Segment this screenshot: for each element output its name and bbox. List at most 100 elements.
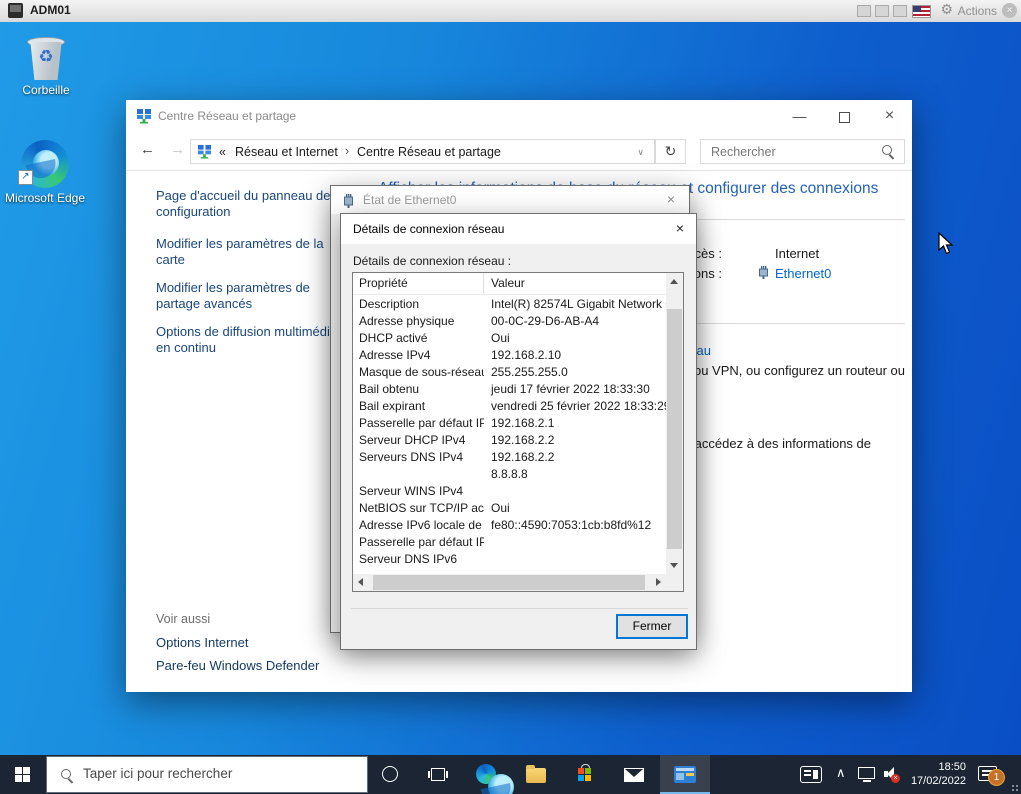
horizontal-scroll-thumb[interactable] [373,575,645,590]
vm-close-icon[interactable]: × [1002,3,1017,18]
tray-chevron-up-icon[interactable]: ∧ [836,765,846,781]
row-property: NetBIOS sur TCP/IP act... [359,501,484,515]
row-value: 255.255.255.0 [491,365,568,379]
table-row: DHCP activé Oui [353,330,666,347]
row-property: Adresse IPv6 locale de li... [359,518,484,532]
mouse-cursor [938,232,954,255]
control-panel-sidebar: Page d'accueil du panneau de configurati… [156,188,348,368]
network-tray-button[interactable] [854,755,880,794]
network-center-taskbar-button[interactable] [660,755,710,794]
microsoft-store-button[interactable] [561,755,609,794]
details-list-label: Détails de connexion réseau : [353,254,512,268]
row-property: Passerelle par défaut IPv4 [359,416,484,430]
vertical-scrollbar[interactable] [666,273,683,574]
close-icon[interactable]: × [667,191,675,207]
news-interests-button[interactable] [790,755,830,794]
desktop: ♻ Corbeille ↗ Microsoft Edge Centre Rése… [0,22,1021,755]
sidebar-item-windows-firewall[interactable]: Pare-feu Windows Defender [156,658,319,673]
dialog-title: État de Ethernet0 [363,193,457,207]
network-center-icon [137,109,151,124]
vm-window-icon [8,3,23,18]
vertical-scroll-thumb[interactable] [667,309,682,549]
search-icon [61,769,71,779]
refresh-button[interactable]: ↻ [655,139,686,164]
mail-button[interactable] [610,755,658,794]
table-row: Passerelle par défaut IPv6 [353,534,666,551]
table-row: Bail expirant vendredi 25 février 2022 18… [353,398,666,415]
sidebar-item-sharing-settings[interactable]: Modifier les paramètres de partage avanc… [156,280,348,312]
clock-time: 18:50 [938,761,966,773]
vm-view-button-2[interactable] [875,5,889,17]
cortana-icon [382,766,398,782]
resize-grip [1011,784,1019,792]
vm-actions-menu[interactable]: Actions [958,4,997,18]
breadcrumb-item-centre-reseau[interactable]: Centre Réseau et partage [357,145,501,159]
mail-icon [624,768,644,782]
row-property: Bail expirant [359,399,426,413]
taskbar-search-box[interactable]: Taper ici pour rechercher [46,756,368,793]
desktop-icon-label: Corbeille [22,83,70,97]
sidebar-item-home[interactable]: Page d'accueil du panneau de configurati… [156,188,348,220]
table-row: Adresse IPv4 192.168.2.10 [353,347,666,364]
row-value [484,551,666,568]
row-value: 192.168.2.2 [491,433,555,447]
see-also-header: Voir aussi [156,612,211,626]
listview-header[interactable]: Propriété Valeur [353,273,666,295]
control-panel-icon [674,766,696,783]
row-value: 192.168.2.1 [491,416,555,430]
breadcrumb-root-icon[interactable]: « [219,145,226,159]
vm-view-button-3[interactable] [893,5,907,17]
row-value: jeudi 17 février 2022 18:33:30 [491,382,650,396]
table-row: Description Intel(R) 82574L Gigabit Netwo… [353,296,666,313]
breadcrumb-network-icon [197,144,212,159]
explorer-search-box[interactable]: Rechercher [700,139,905,164]
table-row: Passerelle par défaut IPv4 192.168.2.1 [353,415,666,432]
address-chevron-down-icon[interactable]: ∨ [637,147,644,158]
desktop-icon-edge[interactable]: ↗ Microsoft Edge [2,140,88,205]
maximize-icon[interactable] [822,100,867,132]
file-explorer-button[interactable] [512,755,560,794]
horizontal-scrollbar[interactable] [353,574,666,591]
action-center-button[interactable]: 1 [970,755,1012,794]
row-property: Masque de sous-réseau ... [359,365,484,379]
dialog-titlebar[interactable]: État de Ethernet0 × [331,186,689,214]
scroll-down-icon[interactable] [670,563,678,568]
cortana-button[interactable] [366,755,414,794]
close-icon[interactable]: × [867,100,912,132]
table-row: Serveur WINS IPv4 [353,483,666,500]
scroll-right-icon[interactable] [656,578,661,586]
start-button[interactable] [0,755,46,794]
table-row: Adresse physique 00-0C-29-D6-AB-A4 [353,313,666,330]
sidebar-item-internet-options[interactable]: Options Internet [156,635,249,650]
edge-taskbar-button[interactable] [462,755,514,794]
ethernet0-link[interactable]: Ethernet0 [775,266,831,281]
window-titlebar[interactable]: Centre Réseau et partage — × [126,100,912,133]
recycle-bin-icon: ♻ [26,34,66,80]
refresh-icon: ↻ [664,143,677,159]
task-view-button[interactable] [414,755,462,794]
gear-icon[interactable]: ⚙ [940,1,953,18]
desktop-icon-recycle-bin[interactable]: ♻ Corbeille [3,34,89,97]
back-icon[interactable]: ← [140,141,155,158]
breadcrumb-separator-icon: › [345,144,350,158]
close-icon[interactable]: × [676,220,684,236]
vm-view-button-1[interactable] [857,5,871,17]
desktop-icon-label: Microsoft Edge [4,191,86,205]
taskbar-clock[interactable]: 18:50 17/02/2022 [896,760,966,788]
scroll-left-icon[interactable] [358,578,363,586]
us-flag-icon[interactable] [912,5,931,18]
column-header-value[interactable]: Valeur [484,273,666,294]
column-header-property[interactable]: Propriété [353,273,484,294]
windows-logo-icon [15,767,31,783]
dialog-titlebar[interactable]: Détails de connexion réseau × [341,214,696,244]
sidebar-item-media-streaming[interactable]: Options de diffusion multimédia en conti… [156,324,348,356]
row-property: Serveurs DNS IPv4 [359,450,464,464]
sidebar-item-adapter-settings[interactable]: Modifier les paramètres de la carte [156,236,348,268]
scroll-up-icon[interactable] [670,279,678,284]
breadcrumb-item-reseau-internet[interactable]: Réseau et Internet [235,145,338,159]
scrollbar-corner [666,574,683,591]
address-bar[interactable]: « Réseau et Internet › Centre Réseau et … [190,139,655,164]
details-listview[interactable]: Propriété Valeur Description Intel(R) 825… [352,272,684,592]
fermer-button[interactable]: Fermer [616,614,688,639]
minimize-icon[interactable]: — [777,100,822,132]
